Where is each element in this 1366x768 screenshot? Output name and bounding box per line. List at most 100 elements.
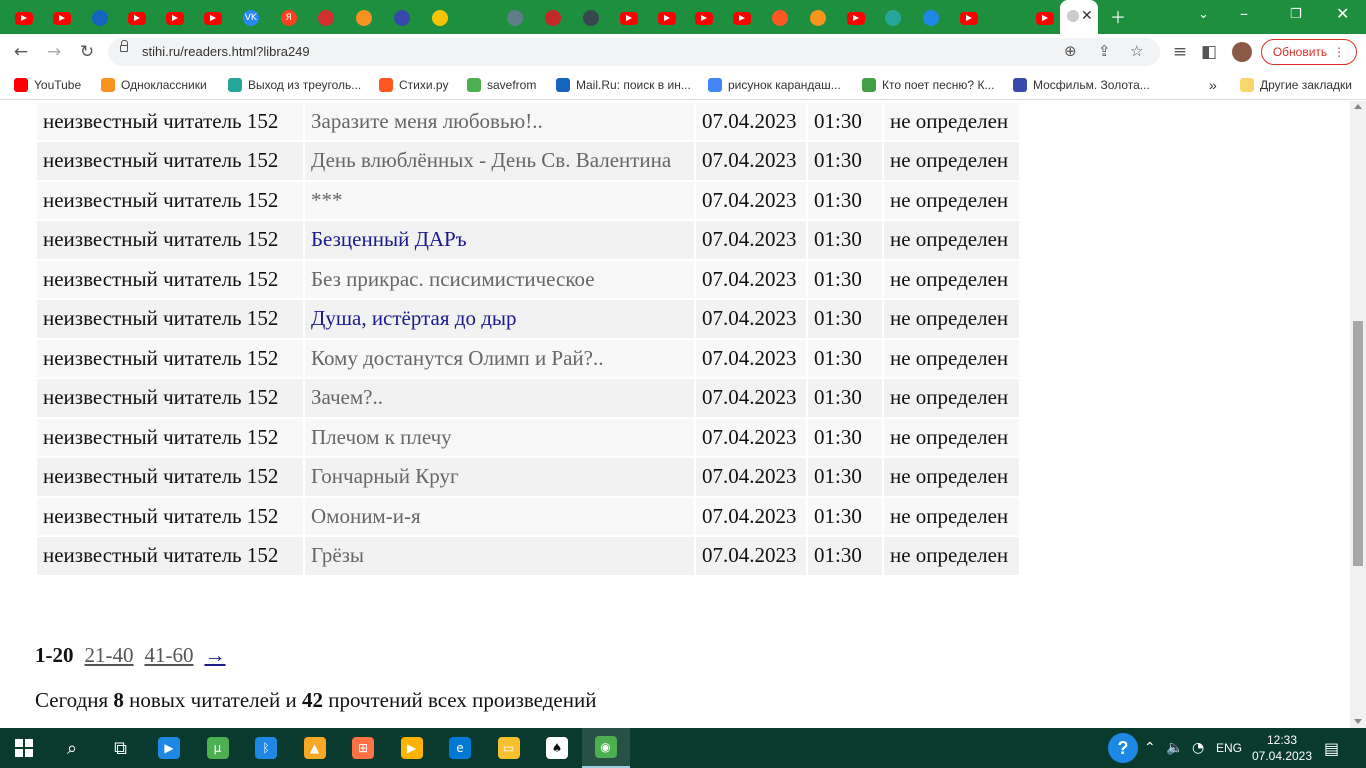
reader-cell[interactable]: неизвестный читатель 152: [37, 181, 303, 219]
reader-cell[interactable]: неизвестный читатель 152: [37, 458, 303, 496]
taskbar-app[interactable]: ▶: [388, 728, 436, 768]
url-text[interactable]: stihi.ru/readers.html?libra249: [142, 44, 310, 59]
bookmark-item[interactable]: Одноклассники: [101, 76, 207, 94]
taskbar-app[interactable]: ⧉: [97, 728, 145, 768]
back-icon[interactable]: ←: [9, 40, 33, 64]
taskbar-app[interactable]: ♠: [533, 728, 581, 768]
bookmark-item[interactable]: Кто поет песню? К...: [862, 76, 994, 94]
bookmark-item[interactable]: Выход из треуголь...: [228, 76, 361, 94]
window-close-icon[interactable]: ✕: [1336, 4, 1349, 23]
reader-cell[interactable]: неизвестный читатель 152: [37, 260, 303, 298]
taskbar-app[interactable]: e: [436, 728, 484, 768]
scroll-down-arrow-icon[interactable]: [1354, 719, 1362, 724]
zoom-icon[interactable]: ⊕: [1064, 42, 1077, 60]
new-tab-icon[interactable]: ＋: [1110, 4, 1126, 28]
reader-cell[interactable]: неизвестный читатель 152: [37, 300, 303, 338]
taskbar-app[interactable]: ⌕: [48, 728, 96, 768]
browser-tab[interactable]: [195, 6, 231, 30]
browser-tab[interactable]: [384, 6, 420, 30]
work-title-cell[interactable]: День влюблённых - День Св. Валентина: [305, 142, 694, 180]
work-title-cell[interactable]: Омоним-и-я: [305, 497, 694, 535]
work-title-cell[interactable]: Без прикрас. псисимистическое: [305, 260, 694, 298]
browser-tab[interactable]: [44, 6, 80, 30]
restore-icon[interactable]: ❐: [1290, 7, 1302, 22]
work-title-cell[interactable]: Душа, истёртая до дыр: [305, 300, 694, 338]
browser-tab[interactable]: [800, 6, 836, 30]
work-title-cell[interactable]: Безценный ДАРъ: [305, 221, 694, 259]
browser-tab[interactable]: [535, 6, 571, 30]
browser-tab[interactable]: VK: [233, 6, 269, 30]
taskbar-app[interactable]: ⊞: [339, 728, 387, 768]
taskbar-app[interactable]: ▭: [485, 728, 533, 768]
work-title-cell[interactable]: Грёзы: [305, 537, 694, 575]
pagination-link-21-40[interactable]: 21-40: [85, 643, 134, 668]
browser-tab[interactable]: [838, 6, 874, 30]
address-bar[interactable]: stihi.ru/readers.html?libra249 ⊕ ⇪ ☆: [108, 38, 1160, 66]
tab-search-icon[interactable]: ⌄: [1198, 7, 1209, 22]
scrollbar-thumb[interactable]: [1353, 321, 1363, 566]
bookmark-item[interactable]: savefrom: [467, 76, 536, 94]
browser-tab[interactable]: [573, 6, 609, 30]
scroll-up-arrow-icon[interactable]: [1354, 104, 1362, 109]
reader-cell[interactable]: неизвестный читатель 152: [37, 102, 303, 140]
browser-tab[interactable]: [157, 6, 193, 30]
taskbar-app[interactable]: µ: [194, 728, 242, 768]
page-scrollbar[interactable]: [1350, 101, 1366, 728]
browser-tab[interactable]: [913, 6, 949, 30]
volume-icon[interactable]: 🔈: [1166, 728, 1183, 768]
share-icon[interactable]: ⇪: [1098, 42, 1111, 60]
profile-avatar[interactable]: [1232, 42, 1252, 62]
work-title-cell[interactable]: Гончарный Круг: [305, 458, 694, 496]
browser-tab[interactable]: [875, 6, 911, 30]
browser-tab[interactable]: Я: [271, 6, 307, 30]
reload-icon[interactable]: ↻: [75, 40, 99, 64]
work-title-cell[interactable]: Зачем?..: [305, 379, 694, 417]
reader-cell[interactable]: неизвестный читатель 152: [37, 497, 303, 535]
browser-tab[interactable]: [422, 6, 458, 30]
update-button[interactable]: Обновить ⋮: [1261, 39, 1357, 65]
forward-icon[interactable]: →: [42, 40, 66, 64]
bookmark-item[interactable]: Стихи.ру: [379, 76, 448, 94]
taskbar-app[interactable]: ᛒ: [242, 728, 290, 768]
browser-tab[interactable]: [6, 6, 42, 30]
taskbar-app[interactable]: ◉: [581, 728, 630, 768]
network-icon[interactable]: ◔: [1192, 728, 1204, 768]
notifications-icon[interactable]: ▤: [1324, 728, 1339, 768]
browser-tab[interactable]: [649, 6, 685, 30]
browser-tab[interactable]: [611, 6, 647, 30]
bookmarks-overflow-icon[interactable]: »: [1209, 76, 1217, 94]
work-title-cell[interactable]: Заразите меня любовью!..: [305, 102, 694, 140]
browser-tab[interactable]: [82, 6, 118, 30]
browser-tab[interactable]: [686, 6, 722, 30]
reader-cell[interactable]: неизвестный читатель 152: [37, 379, 303, 417]
browser-tab[interactable]: [989, 6, 1025, 30]
browser-tab[interactable]: [119, 6, 155, 30]
bookmark-item[interactable]: рисунок карандаш...: [708, 76, 841, 94]
reader-cell[interactable]: неизвестный читатель 152: [37, 221, 303, 259]
tray-overflow-icon[interactable]: ⌃: [1144, 728, 1156, 768]
reader-cell[interactable]: неизвестный читатель 152: [37, 142, 303, 180]
system-clock[interactable]: 12:33 07.04.2023: [1250, 732, 1314, 764]
close-tab-icon[interactable]: ✕: [1081, 8, 1093, 24]
minimize-icon[interactable]: –: [1240, 4, 1248, 23]
work-title-cell[interactable]: Плечом к плечу: [305, 418, 694, 456]
help-icon[interactable]: ?: [1108, 728, 1138, 768]
browser-tab[interactable]: [951, 6, 987, 30]
reader-cell[interactable]: неизвестный читатель 152: [37, 537, 303, 575]
work-title-cell[interactable]: Кому достанутся Олимп и Рай?..: [305, 339, 694, 377]
language-indicator[interactable]: ENG: [1216, 728, 1242, 768]
bookmark-star-icon[interactable]: ☆: [1130, 42, 1143, 60]
side-panel-icon[interactable]: ◧: [1197, 40, 1221, 64]
taskbar-app[interactable]: ▶: [145, 728, 193, 768]
lock-icon[interactable]: [120, 40, 128, 52]
pagination-link-41-60[interactable]: 41-60: [145, 643, 194, 668]
browser-tab[interactable]: [460, 6, 496, 30]
reader-cell[interactable]: неизвестный читатель 152: [37, 418, 303, 456]
browser-tab[interactable]: [724, 6, 760, 30]
bookmark-item[interactable]: Mail.Ru: поиск в ин...: [556, 76, 691, 94]
work-title-cell[interactable]: ***: [305, 181, 694, 219]
browser-tab[interactable]: [1027, 6, 1063, 30]
active-tab[interactable]: ✕: [1060, 0, 1098, 34]
bookmark-item[interactable]: Мосфильм. Золота...: [1013, 76, 1150, 94]
bookmark-item[interactable]: YouTube: [14, 76, 81, 94]
